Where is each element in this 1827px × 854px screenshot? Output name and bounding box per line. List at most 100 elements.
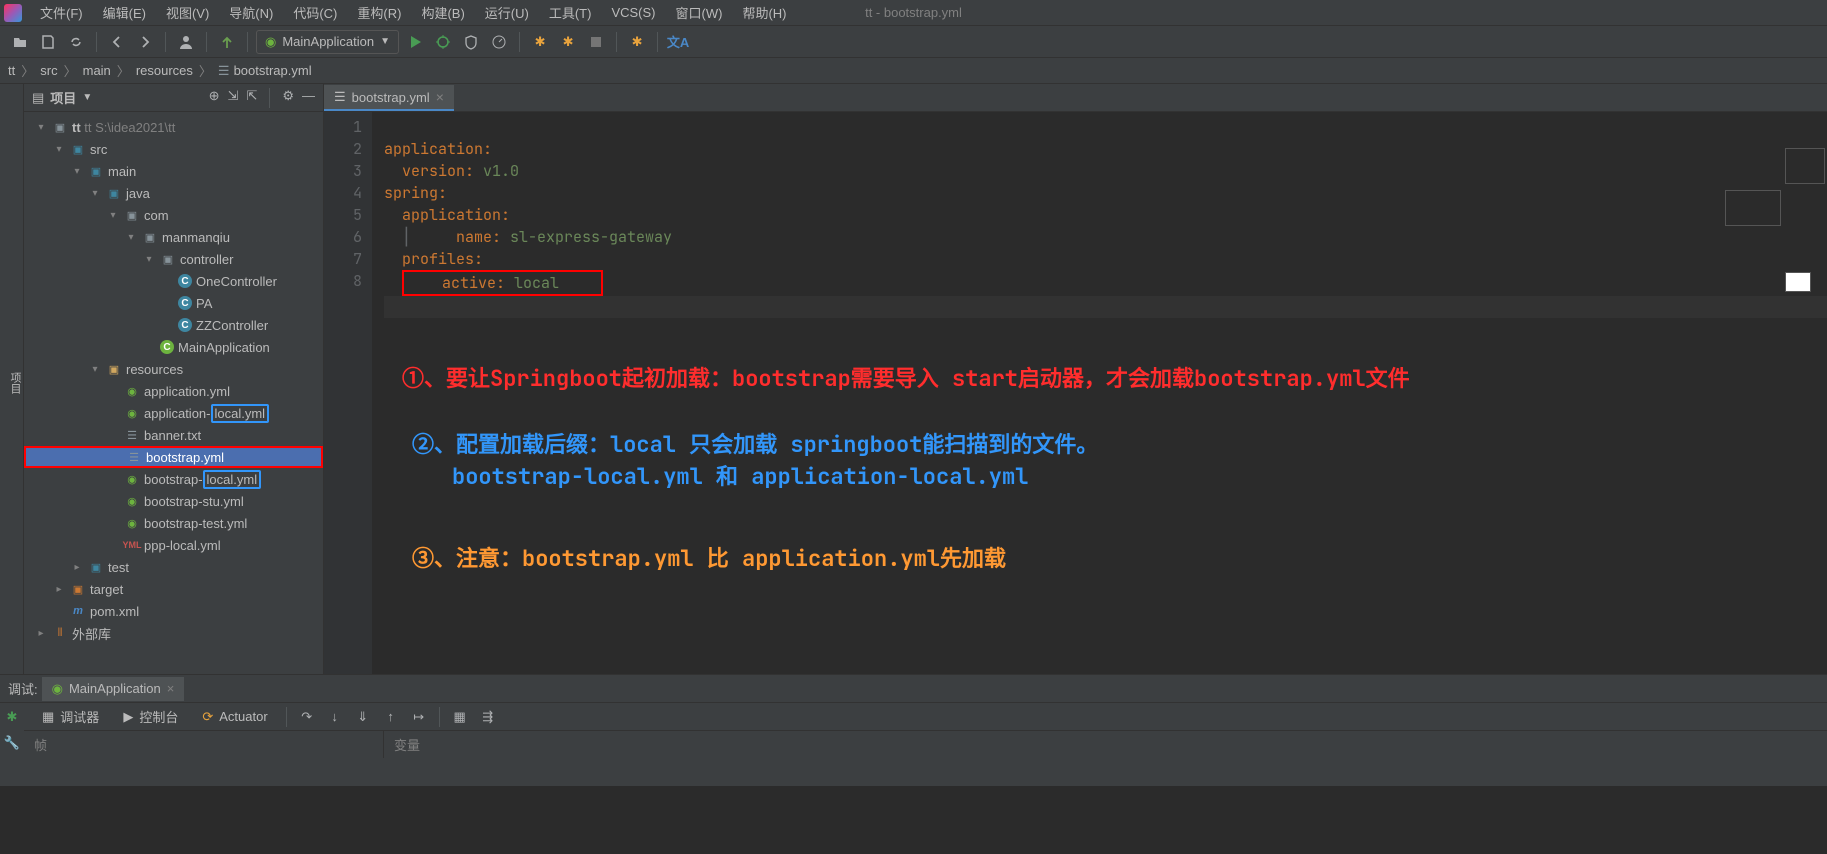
forward-icon[interactable] [133, 30, 157, 54]
debugger-tab[interactable]: ▦调试器 [32, 703, 109, 730]
user-icon[interactable] [174, 30, 198, 54]
step-over-icon[interactable]: ↷ [295, 705, 319, 729]
crumb-file[interactable]: ☰ bootstrap.yml [218, 63, 312, 79]
tree-resources[interactable]: resources [126, 362, 183, 377]
profiler-icon[interactable] [487, 30, 511, 54]
chevron-down-icon[interactable]: ▼ [82, 92, 92, 103]
tree-boot-local[interactable]: bootstrap-local.yml [144, 472, 261, 487]
line-gutter: 12345678 [324, 112, 372, 674]
project-panel-title: 项目 [50, 88, 76, 107]
yml-icon: ◉ [124, 405, 140, 421]
frames-header: 帧 [24, 731, 383, 758]
open-icon[interactable] [8, 30, 32, 54]
tree-app-yml[interactable]: application.yml [144, 384, 230, 399]
menu-edit[interactable]: 编辑(E) [95, 0, 154, 25]
step-out-icon[interactable]: ↑ [379, 705, 403, 729]
tree-root[interactable]: tt tt S:\idea2021\tt [72, 120, 175, 135]
tree-manmanqiu[interactable]: manmanqiu [162, 230, 230, 245]
tree-com[interactable]: com [144, 208, 169, 223]
vars-panel[interactable]: 变量 [384, 731, 1827, 758]
trace-icon[interactable]: ⇶ [476, 705, 500, 729]
attach2-icon[interactable]: ✱ [556, 30, 580, 54]
debug-icon[interactable] [431, 30, 455, 54]
menu-vcs[interactable]: VCS(S) [603, 2, 663, 23]
tree-onecontroller[interactable]: OneController [196, 274, 277, 289]
gear-icon[interactable]: ⚙ [282, 88, 294, 108]
menu-view[interactable]: 视图(V) [158, 0, 217, 25]
close-icon[interactable]: × [436, 89, 444, 105]
hide-icon[interactable]: — [302, 88, 315, 108]
editor-body[interactable]: 12345678 application: version: v1.0 spri… [324, 112, 1827, 674]
menu-navigate[interactable]: 导航(N) [221, 0, 281, 25]
tree-src[interactable]: src [90, 142, 107, 157]
package-icon: ▣ [124, 207, 140, 223]
class-icon: C [178, 296, 192, 310]
select-target-icon[interactable]: ⊕ [209, 88, 220, 108]
wrench-icon[interactable]: 🔧 [4, 735, 20, 751]
crumb-tt[interactable]: tt [8, 63, 15, 78]
coverage-icon[interactable] [459, 30, 483, 54]
menu-refactor[interactable]: 重构(R) [349, 0, 409, 25]
debug-tab-mainapp[interactable]: ◉ MainApplication × [42, 677, 185, 701]
menu-code[interactable]: 代码(C) [285, 0, 345, 25]
evaluate-icon[interactable]: ▦ [448, 705, 472, 729]
console-tab[interactable]: ▶控制台 [113, 703, 188, 730]
file-icon: ☰ [218, 63, 230, 79]
menu-build[interactable]: 构建(B) [413, 0, 472, 25]
debug-bug-icon[interactable]: ✱ [7, 709, 18, 725]
tree-pa[interactable]: PA [196, 296, 212, 311]
debugger-icon: ▦ [42, 709, 54, 725]
crumb-src[interactable]: src [40, 63, 57, 78]
menu-window[interactable]: 窗口(W) [668, 0, 731, 25]
tree-banner[interactable]: banner.txt [144, 428, 201, 443]
minimap[interactable] [1785, 148, 1825, 292]
run-config-selector[interactable]: ◉ MainApplication ▼ [256, 30, 399, 54]
tree-main[interactable]: main [108, 164, 136, 179]
step-into-icon[interactable]: ↓ [323, 705, 347, 729]
editor-tab-bootstrap[interactable]: ☰ bootstrap.yml × [324, 85, 454, 111]
tree-boot-stu[interactable]: bootstrap-stu.yml [144, 494, 244, 509]
crumb-resources[interactable]: resources [136, 63, 193, 78]
attach-icon[interactable]: ✱ [528, 30, 552, 54]
spring-icon: ◉ [52, 681, 63, 697]
tree-ext-libs[interactable]: 外部库 [72, 624, 111, 643]
tree-java[interactable]: java [126, 186, 150, 201]
vcs-update-icon[interactable] [215, 30, 239, 54]
annotation-1: ①、要让Springboot起初加载：bootstrap需要导入 start启动… [402, 368, 1410, 390]
tree-app-local[interactable]: application-local.yml [144, 406, 269, 421]
frames-panel[interactable]: 帧 [24, 731, 384, 758]
collapse-all-icon[interactable]: ⇱ [246, 88, 257, 108]
menu-help[interactable]: 帮助(H) [734, 0, 794, 25]
close-icon[interactable]: × [167, 681, 175, 696]
stop-icon[interactable] [584, 30, 608, 54]
tree-mainapp[interactable]: MainApplication [178, 340, 270, 355]
tree-ppp-local[interactable]: ppp-local.yml [144, 538, 221, 553]
expand-all-icon[interactable]: ⇲ [228, 88, 239, 108]
menu-file[interactable]: 文件(F) [32, 0, 91, 25]
tree-bootstrap[interactable]: bootstrap.yml [146, 450, 224, 465]
project-gutter-tab[interactable]: 项目 [0, 84, 24, 674]
back-icon[interactable] [105, 30, 129, 54]
save-icon[interactable] [36, 30, 60, 54]
menu-tools[interactable]: 工具(T) [541, 0, 600, 25]
sync-icon[interactable] [64, 30, 88, 54]
tree-zzcontroller[interactable]: ZZController [196, 318, 268, 333]
menu-run[interactable]: 运行(U) [477, 0, 537, 25]
project-panel: ▤ 项目 ▼ ⊕ ⇲ ⇱ ⚙ — ▾▣tt tt S:\idea2021\tt … [24, 84, 324, 674]
tree-controller[interactable]: controller [180, 252, 233, 267]
run-to-cursor-icon[interactable]: ↦ [407, 705, 431, 729]
tree-boot-test[interactable]: bootstrap-test.yml [144, 516, 247, 531]
crumb-main[interactable]: main [83, 63, 111, 78]
actions-icon[interactable]: ✱ [625, 30, 649, 54]
actuator-tab[interactable]: ⟳Actuator [192, 705, 277, 729]
project-tree[interactable]: ▾▣tt tt S:\idea2021\tt ▾▣src ▾▣main ▾▣ja… [24, 112, 323, 674]
force-step-icon[interactable]: ⇓ [351, 705, 375, 729]
run-icon[interactable] [403, 30, 427, 54]
code-content[interactable]: application: version: v1.0 spring: appli… [372, 112, 1827, 674]
translate-icon[interactable]: 文A [666, 30, 690, 54]
tree-target[interactable]: target [90, 582, 123, 597]
tree-pom[interactable]: pom.xml [90, 604, 139, 619]
tree-test[interactable]: test [108, 560, 129, 575]
run-config-label: MainApplication [282, 34, 374, 49]
toolbar: ◉ MainApplication ▼ ✱ ✱ ✱ 文A [0, 26, 1827, 58]
